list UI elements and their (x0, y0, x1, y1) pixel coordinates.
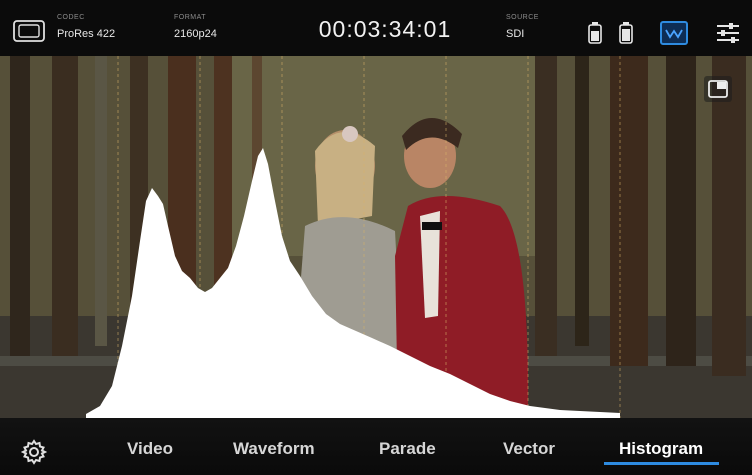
format-readout[interactable]: FORMAT 2160p24 (174, 14, 217, 40)
gear-icon[interactable] (21, 439, 47, 465)
top-status-bar: CODEC ProRes 422 FORMAT 2160p24 00:03:34… (0, 0, 752, 56)
battery-b-icon (619, 22, 633, 44)
format-value: 2160p24 (174, 28, 217, 40)
source-readout[interactable]: SOURCE SDI (506, 14, 539, 40)
codec-label: CODEC (57, 14, 85, 21)
codec-readout[interactable]: CODEC ProRes 422 (57, 14, 115, 40)
active-tab-indicator (604, 462, 719, 465)
codec-value: ProRes 422 (57, 28, 116, 40)
tab-vector[interactable]: Vector (503, 439, 555, 461)
tab-waveform[interactable]: Waveform (233, 439, 315, 461)
scope-icon[interactable] (660, 21, 688, 45)
source-value: SDI (506, 28, 525, 40)
battery-a-icon (588, 22, 602, 44)
tab-histogram[interactable]: Histogram (619, 439, 703, 461)
source-label: SOURCE (506, 14, 539, 21)
video-viewer (0, 56, 752, 418)
tab-video[interactable]: Video (127, 439, 173, 461)
picture-in-picture-icon[interactable] (704, 76, 732, 102)
timecode-display: 00:03:34:01 (318, 16, 452, 42)
histogram-curve (86, 148, 620, 418)
format-label: FORMAT (174, 14, 207, 21)
tab-parade[interactable]: Parade (379, 439, 436, 461)
frame-guides-icon[interactable] (13, 20, 45, 42)
sliders-icon[interactable] (716, 23, 740, 43)
histogram-overlay (86, 56, 621, 418)
